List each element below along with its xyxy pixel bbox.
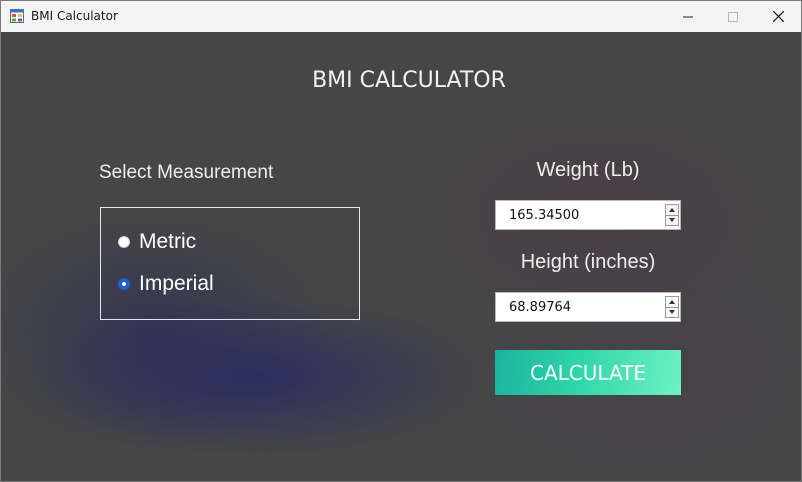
minimize-button[interactable] — [665, 1, 711, 32]
select-measurement-label: Select Measurement — [99, 162, 274, 183]
weight-increment-button[interactable] — [665, 204, 679, 216]
close-button[interactable] — [755, 1, 801, 32]
weight-decrement-button[interactable] — [665, 215, 679, 226]
height-decrement-button[interactable] — [665, 307, 679, 318]
height-increment-button[interactable] — [665, 296, 679, 308]
title-bar[interactable]: BMI Calculator — [1, 1, 801, 32]
chevron-down-icon — [669, 218, 675, 223]
weight-input[interactable] — [496, 201, 661, 229]
radio-unchecked-icon[interactable] — [118, 236, 130, 248]
page-title: BMI CALCULATOR — [312, 68, 506, 93]
maximize-icon — [728, 11, 738, 22]
window-title: BMI Calculator — [31, 9, 118, 23]
weight-label: Weight (Lb) — [536, 159, 640, 181]
chevron-up-icon — [669, 299, 675, 304]
calculate-button[interactable]: CALCULATE — [495, 350, 681, 395]
metric-radio[interactable]: Metric — [118, 230, 196, 254]
maximize-button[interactable] — [710, 1, 756, 32]
close-icon — [772, 11, 784, 22]
chevron-up-icon — [669, 207, 675, 212]
height-input[interactable] — [496, 293, 661, 321]
imperial-radio[interactable]: Imperial — [118, 272, 214, 296]
height-spin-buttons — [665, 296, 679, 318]
height-label: Height (inches) — [520, 251, 656, 273]
chevron-down-icon — [669, 310, 675, 315]
height-stepper[interactable] — [495, 292, 681, 322]
bmi-calculator-window: BMI Calculator BMI CALCULATOR Select Mea… — [0, 0, 802, 482]
radio-checked-icon[interactable] — [118, 278, 130, 290]
weight-spin-buttons — [665, 204, 679, 226]
metric-radio-label[interactable]: Metric — [139, 230, 196, 254]
client-area: BMI CALCULATOR Select Measurement Metric… — [1, 32, 801, 481]
measurement-group: Metric Imperial — [100, 207, 360, 320]
minimize-icon — [683, 16, 693, 17]
app-window-icon — [10, 9, 24, 23]
imperial-radio-label[interactable]: Imperial — [139, 272, 214, 296]
weight-stepper[interactable] — [495, 200, 681, 230]
